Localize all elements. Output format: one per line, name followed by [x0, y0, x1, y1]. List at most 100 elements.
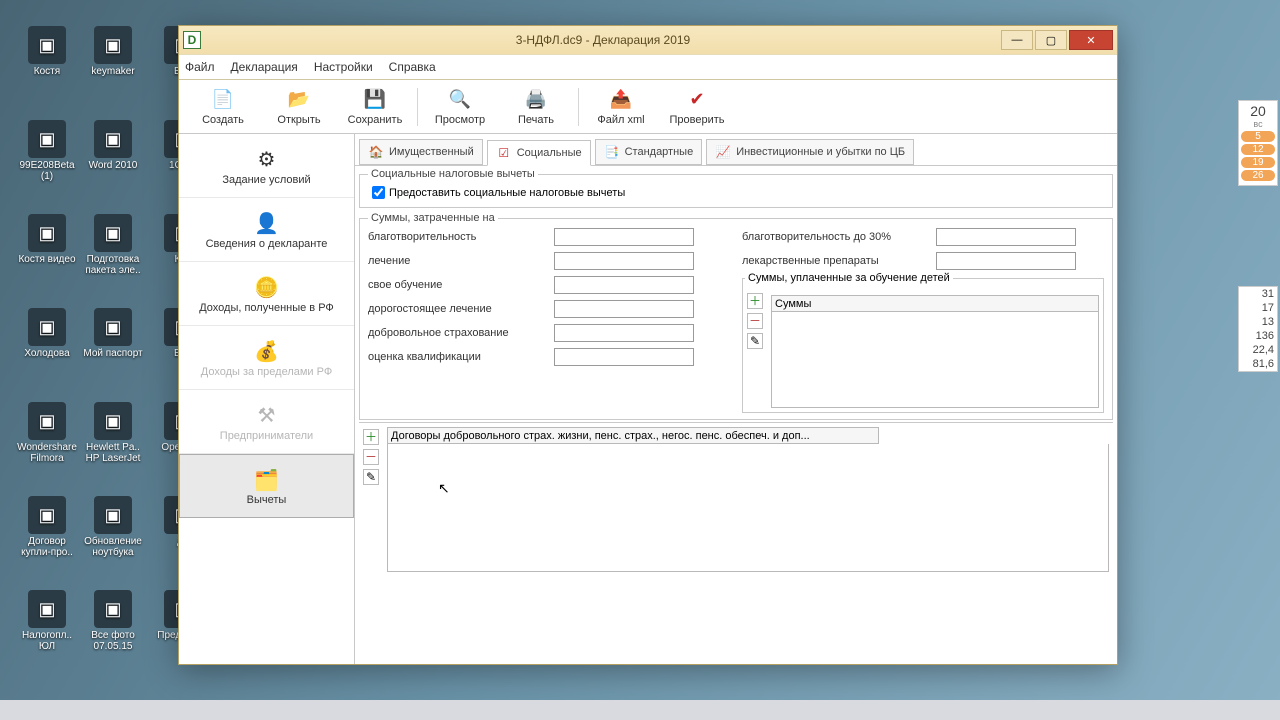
label-medicines: лекарственные препараты [742, 255, 930, 267]
house-icon: 🏠 [368, 144, 384, 160]
xml-icon: 📤 [609, 88, 633, 112]
children-education-title: Суммы, уплаченные за обучение детей [745, 272, 953, 284]
background-widget: 20 вс 5 12 19 26 31 17 13 136 22,4 81,6 [1238, 100, 1280, 372]
contracts-list-header: Договоры добровольного страх. жизни, пен… [387, 427, 879, 444]
remove-contract-button[interactable]: － [363, 449, 379, 465]
sidebar-item-declarant[interactable]: 👤Сведения о декларанте [179, 198, 354, 262]
input-exp-treatment[interactable] [554, 300, 694, 318]
input-qualification[interactable] [554, 348, 694, 366]
sums-group-title: Суммы, затраченные на [368, 212, 498, 224]
file-icon: ▣ [94, 308, 132, 346]
desktop-icon[interactable]: ▣Подготовка пакета эле.. [80, 214, 146, 276]
contracts-group: ＋ － ✎ Договоры добровольного страх. жизн… [359, 422, 1113, 660]
toolbar: 📄Создать 📂Открыть 💾Сохранить 🔍Просмотр 🖨… [179, 80, 1117, 134]
desktop-icon[interactable]: ▣99E208Beta (1) [14, 120, 80, 182]
desktop-icon[interactable]: ▣Обновление ноутбука [80, 496, 146, 558]
preview-icon: 🔍 [448, 88, 472, 112]
maximize-button[interactable]: ▢ [1035, 30, 1067, 50]
add-contract-button[interactable]: ＋ [363, 429, 379, 445]
provide-social-checkbox[interactable] [372, 186, 385, 199]
label-charity30: благотворительность до 30% [742, 231, 930, 243]
desktop-icon[interactable]: ▣Все фото 07.05.15 [80, 590, 146, 652]
briefcase-icon: ⚒︎ [252, 402, 282, 430]
label-qualification: оценка квалификации [368, 351, 548, 363]
app-icon: D [183, 31, 201, 49]
menu-file[interactable]: Файл [185, 60, 215, 74]
file-icon: ▣ [94, 496, 132, 534]
input-insurance[interactable] [554, 324, 694, 342]
sidebar-item-income-foreign: 💰Доходы за пределами РФ [179, 326, 354, 390]
file-icon: ▣ [28, 120, 66, 158]
file-icon: ▣ [28, 26, 66, 64]
tab-property[interactable]: 🏠Имущественный [359, 139, 483, 165]
desktop-icon[interactable]: ▣keymaker [80, 26, 146, 77]
add-child-row-button[interactable]: ＋ [747, 293, 763, 309]
desktop-icon[interactable]: ▣Hewlett Pa.. HP LaserJet [80, 402, 146, 464]
desktop-icon[interactable]: ▣Wondershare Filmora [14, 402, 80, 464]
document-icon: 📑 [604, 144, 620, 160]
contracts-list[interactable] [387, 444, 1109, 572]
input-charity30[interactable] [936, 228, 1076, 246]
desktop-icon[interactable]: ▣Налогопл.. ЮЛ [14, 590, 80, 652]
children-list-header: Суммы [771, 295, 1099, 312]
coins-icon: 🪙 [252, 274, 282, 302]
check-button[interactable]: ✔Проверить [661, 82, 733, 132]
menu-help[interactable]: Справка [389, 60, 436, 74]
edit-child-row-button[interactable]: ✎ [747, 333, 763, 349]
sums-group: Суммы, затраченные на благотворительност… [359, 212, 1113, 420]
preview-button[interactable]: 🔍Просмотр [424, 82, 496, 132]
tab-standard[interactable]: 📑Стандартные [595, 139, 703, 165]
check-icon: ✔ [685, 88, 709, 112]
desktop-icon-label: Договор купли-про.. [14, 536, 80, 558]
desktop-icon-label: Обновление ноутбука [80, 536, 146, 558]
file-icon: ▣ [94, 214, 132, 252]
desktop-icon[interactable]: ▣Холодова [14, 308, 80, 359]
desktop-icon-label: Мой паспорт [80, 348, 146, 359]
edit-contract-button[interactable]: ✎ [363, 469, 379, 485]
social-group-title: Социальные налоговые вычеты [368, 168, 538, 180]
desktop-icon-label: Холодова [14, 348, 80, 359]
file-icon: ▣ [28, 496, 66, 534]
window-title: 3-НДФЛ.dc9 - Декларация 2019 [207, 33, 999, 47]
print-button[interactable]: 🖨️Печать [500, 82, 572, 132]
desktop-icon[interactable]: ▣Костя [14, 26, 80, 77]
save-button[interactable]: 💾Сохранить [339, 82, 411, 132]
close-button[interactable]: ✕ [1069, 30, 1113, 50]
invest-icon: 📈 [715, 144, 731, 160]
input-charity[interactable] [554, 228, 694, 246]
menu-declaration[interactable]: Декларация [231, 60, 298, 74]
input-medicines[interactable] [936, 252, 1076, 270]
money-bag-icon: 💰 [252, 338, 282, 366]
minimize-button[interactable]: — [1001, 30, 1033, 50]
titlebar[interactable]: D 3-НДФЛ.dc9 - Декларация 2019 — ▢ ✕ [179, 26, 1117, 54]
remove-child-row-button[interactable]: － [747, 313, 763, 329]
file-icon: ▣ [94, 120, 132, 158]
desktop-icon[interactable]: ▣Костя видео [14, 214, 80, 265]
menu-settings[interactable]: Настройки [314, 60, 373, 74]
file-icon: ▣ [94, 26, 132, 64]
menubar: Файл Декларация Настройки Справка [179, 54, 1117, 80]
tab-social[interactable]: ☑Социальные [487, 140, 591, 166]
label-charity: благотворительность [368, 231, 548, 243]
sidebar-item-deductions[interactable]: 🗂️Вычеты [179, 454, 354, 518]
desktop-icon-label: Все фото 07.05.15 [80, 630, 146, 652]
label-exp-treatment: дорогостоящее лечение [368, 303, 548, 315]
sidebar-item-income-rf[interactable]: 🪙Доходы, полученные в РФ [179, 262, 354, 326]
create-button[interactable]: 📄Создать [187, 82, 259, 132]
desktop-icon[interactable]: ▣ Мой паспорт [80, 308, 146, 359]
desktop-icon[interactable]: ▣Договор купли-про.. [14, 496, 80, 558]
open-button[interactable]: 📂Открыть [263, 82, 335, 132]
taskbar[interactable] [0, 700, 1280, 720]
person-icon: 👤 [252, 210, 282, 238]
desktop-icon-label: 99E208Beta (1) [14, 160, 80, 182]
input-treatment[interactable] [554, 252, 694, 270]
print-icon: 🖨️ [524, 88, 548, 112]
sidebar-item-conditions[interactable]: ⚙︎Задание условий [179, 134, 354, 198]
file-icon: ▣ [94, 402, 132, 440]
input-education[interactable] [554, 276, 694, 294]
desktop-icon[interactable]: ▣Word 2010 [80, 120, 146, 171]
deduction-tabs: 🏠Имущественный ☑Социальные 📑Стандартные … [355, 134, 1117, 166]
xml-button[interactable]: 📤Файл xml [585, 82, 657, 132]
children-list[interactable] [771, 312, 1099, 408]
tab-invest[interactable]: 📈Инвестиционные и убытки по ЦБ [706, 139, 914, 165]
